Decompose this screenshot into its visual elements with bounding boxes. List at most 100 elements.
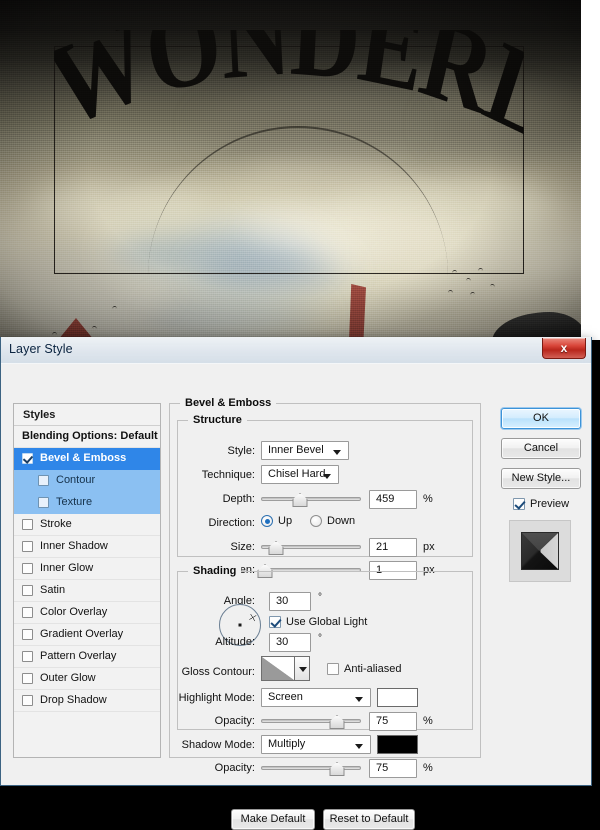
style-select[interactable]: Inner Bevel	[261, 441, 349, 460]
slider-thumb[interactable]	[330, 715, 343, 727]
highlight-opacity-label: Opacity:	[214, 715, 255, 727]
style-list-item-inner-shadow[interactable]: Inner Shadow	[14, 536, 160, 558]
new-style-button[interactable]: New Style...	[501, 468, 581, 489]
angle-input[interactable]: 30	[269, 592, 311, 611]
sky-patch	[150, 300, 320, 334]
close-icon[interactable]: x	[542, 338, 586, 359]
slider-thumb[interactable]	[330, 762, 343, 774]
technique-select[interactable]: Chisel Hard	[261, 465, 339, 484]
shadow-opacity-slider[interactable]	[261, 761, 361, 775]
use-global-light-checkbox[interactable]: Use Global Light	[269, 616, 367, 628]
use-global-light-label: Use Global Light	[286, 616, 368, 628]
shading-title: Shading	[188, 565, 242, 577]
highlight-color-swatch[interactable]	[377, 688, 418, 707]
anti-aliased-checkbox[interactable]: Anti-aliased	[327, 663, 401, 675]
checkbox-icon[interactable]	[22, 453, 33, 464]
checkbox-icon[interactable]	[22, 651, 33, 662]
radio-icon	[310, 515, 322, 527]
style-preview-thumbnail	[509, 520, 571, 582]
style-list-item-blending-options-default[interactable]: Blending Options: Default	[14, 426, 160, 448]
checkbox-icon	[513, 498, 525, 510]
style-list-item-contour[interactable]: Contour	[14, 470, 160, 492]
direction-down-radio[interactable]: Down	[310, 515, 355, 527]
styles-list[interactable]: Blending Options: Default Bevel & Emboss C…	[14, 426, 160, 712]
highlight-opacity-slider[interactable]	[261, 714, 361, 728]
highlight-opacity-input[interactable]: 75	[369, 712, 417, 731]
chevron-down-icon	[355, 744, 363, 749]
direction-up-radio[interactable]: Up	[261, 515, 292, 527]
slider-track	[261, 497, 361, 501]
selection-marquee	[54, 46, 524, 274]
size-unit: px	[423, 541, 435, 553]
style-list-item-label: Color Overlay	[40, 606, 108, 618]
style-list-item-label: Bevel & Emboss	[40, 452, 127, 464]
style-list-item-satin[interactable]: Satin	[14, 580, 160, 602]
chevron-down-icon	[323, 474, 331, 479]
dialog-titlebar[interactable]: Layer Style x	[1, 337, 591, 364]
bevel-preview-shape	[521, 532, 559, 570]
checkbox-icon[interactable]	[22, 585, 33, 596]
size-label: Size:	[230, 541, 255, 553]
angle-unit: °	[318, 592, 322, 603]
shadow-mode-label: Shadow Mode:	[181, 739, 255, 751]
artwork-image: WONDERLAND	[0, 0, 581, 340]
style-list-item-drop-shadow[interactable]: Drop Shadow	[14, 690, 160, 712]
checkbox-icon[interactable]	[38, 475, 49, 486]
style-list-item-label: Inner Shadow	[40, 540, 108, 552]
style-list-item-gradient-overlay[interactable]: Gradient Overlay	[14, 624, 160, 646]
cancel-button[interactable]: Cancel	[501, 438, 581, 459]
slider-thumb[interactable]	[269, 541, 282, 553]
direction-down-label: Down	[327, 515, 356, 527]
style-list-item-texture[interactable]: Texture	[14, 492, 160, 514]
checkbox-icon[interactable]	[22, 695, 33, 706]
preview-label: Preview	[530, 498, 570, 510]
shadow-mode-select[interactable]: Multiply	[261, 735, 371, 754]
bevel-emboss-pane: Bevel & Emboss Structure Style: Inner Be…	[169, 394, 481, 830]
preview-checkbox[interactable]: Preview	[513, 498, 569, 510]
red-sail	[349, 284, 366, 340]
dialog-title: Layer Style	[9, 342, 73, 356]
shadow-color-swatch[interactable]	[377, 735, 418, 754]
make-default-button[interactable]: Make Default	[231, 809, 315, 830]
highlight-opacity-value: 75	[376, 715, 389, 727]
style-list-item-inner-glow[interactable]: Inner Glow	[14, 558, 160, 580]
checkbox-icon[interactable]	[22, 629, 33, 640]
style-list-item-bevel-emboss[interactable]: Bevel & Emboss	[14, 448, 160, 470]
style-list-item-label: Inner Glow	[40, 562, 94, 574]
checkbox-icon	[269, 616, 281, 628]
checkbox-icon[interactable]	[22, 607, 33, 618]
checkbox-icon[interactable]	[22, 519, 33, 530]
slider-thumb[interactable]	[293, 493, 306, 505]
checkbox-icon[interactable]	[22, 541, 33, 552]
checkbox-icon[interactable]	[22, 673, 33, 684]
bird-icon	[465, 277, 472, 282]
size-slider[interactable]	[261, 540, 361, 554]
altitude-label: Altitude:	[215, 636, 255, 648]
style-list-item-outer-glow[interactable]: Outer Glow	[14, 668, 160, 690]
shadow-opacity-input[interactable]: 75	[369, 759, 417, 778]
slider-track	[261, 766, 361, 770]
checkbox-icon[interactable]	[22, 563, 33, 574]
bird-icon	[447, 289, 454, 294]
dialog-actions: OK Cancel New Style... Preview	[493, 394, 589, 758]
style-list-item-color-overlay[interactable]: Color Overlay	[14, 602, 160, 624]
depth-slider[interactable]	[261, 492, 361, 506]
depth-input[interactable]: 459	[369, 490, 417, 509]
bird-icon	[91, 325, 98, 330]
ok-button[interactable]: OK	[501, 408, 581, 429]
angle-value: 30	[276, 595, 289, 607]
angle-handle[interactable]	[240, 617, 255, 626]
gloss-contour-dropdown[interactable]	[295, 656, 310, 681]
chevron-down-icon	[333, 450, 341, 455]
altitude-input[interactable]: 30	[269, 633, 311, 652]
reset-to-default-button[interactable]: Reset to Default	[323, 809, 415, 830]
style-label: Style:	[227, 445, 255, 457]
style-list-item-stroke[interactable]: Stroke	[14, 514, 160, 536]
style-list-item-pattern-overlay[interactable]: Pattern Overlay	[14, 646, 160, 668]
style-list-item-label: Satin	[40, 584, 66, 596]
size-input[interactable]: 21	[369, 538, 417, 557]
checkbox-icon[interactable]	[38, 497, 49, 508]
style-list-item-label: Texture	[56, 496, 93, 508]
highlight-mode-select[interactable]: Screen	[261, 688, 371, 707]
gloss-contour-thumbnail[interactable]	[261, 656, 295, 681]
